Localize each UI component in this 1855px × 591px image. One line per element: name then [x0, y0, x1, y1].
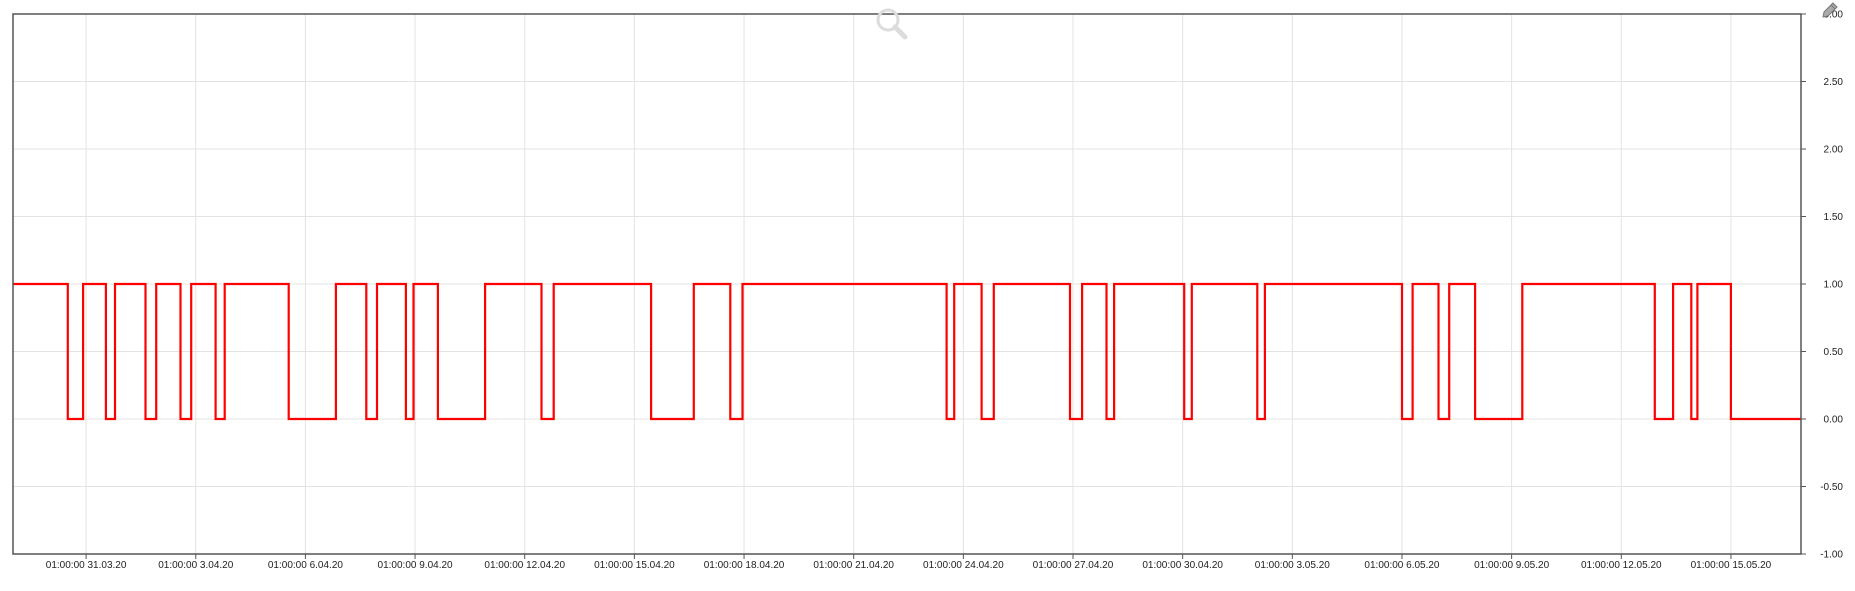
x-tick-label: 01:00:00 3.04.20 — [158, 560, 234, 571]
x-tick-label: 01:00:00 18.04.20 — [704, 560, 785, 571]
x-tick-label: 01:00:00 9.04.20 — [378, 560, 454, 571]
x-axis: 01:00:00 31.03.20 01:00:00 3.04.20 01:00:0… — [46, 554, 1772, 571]
y-tick-label: 2.00 — [1824, 145, 1844, 156]
x-tick-label: 01:00:00 6.04.20 — [268, 560, 344, 571]
x-tick-label: 01:00:00 30.04.20 — [1142, 560, 1223, 571]
y-tick-label: -1.00 — [1820, 550, 1843, 561]
x-tick-label: 01:00:00 15.05.20 — [1691, 560, 1772, 571]
y-tick-label: 2.50 — [1824, 77, 1844, 88]
y-tick-label: 1.50 — [1824, 212, 1844, 223]
y-tick-label: 0.00 — [1824, 415, 1844, 426]
x-tick-label: 01:00:00 27.04.20 — [1033, 560, 1114, 571]
y-tick-label: -0.50 — [1820, 482, 1843, 493]
x-tick-label: 01:00:00 12.05.20 — [1581, 560, 1662, 571]
x-tick-label: 01:00:00 9.05.20 — [1474, 560, 1550, 571]
magnifier-icon[interactable] — [874, 6, 910, 42]
x-tick-label: 01:00:00 6.05.20 — [1364, 560, 1440, 571]
x-tick-label: 01:00:00 15.04.20 — [594, 560, 675, 571]
y-tick-label: 0.50 — [1824, 347, 1844, 358]
chart: 01:00:00 31.03.20 01:00:00 3.04.20 01:00:0… — [12, 10, 1843, 571]
x-tick-label: 01:00:00 24.04.20 — [923, 560, 1004, 571]
y-tick-label: 1.00 — [1824, 280, 1844, 291]
x-tick-label: 01:00:00 31.03.20 — [46, 560, 127, 571]
y-axis: -1.00-0.500.000.501.001.502.002.503.00 — [1801, 10, 1843, 561]
x-tick-label: 01:00:00 3.05.20 — [1255, 560, 1331, 571]
pencil-icon[interactable] — [1820, 0, 1840, 20]
x-tick-label: 01:00:00 12.04.20 — [484, 560, 565, 571]
x-tick-label: 01:00:00 21.04.20 — [813, 560, 894, 571]
